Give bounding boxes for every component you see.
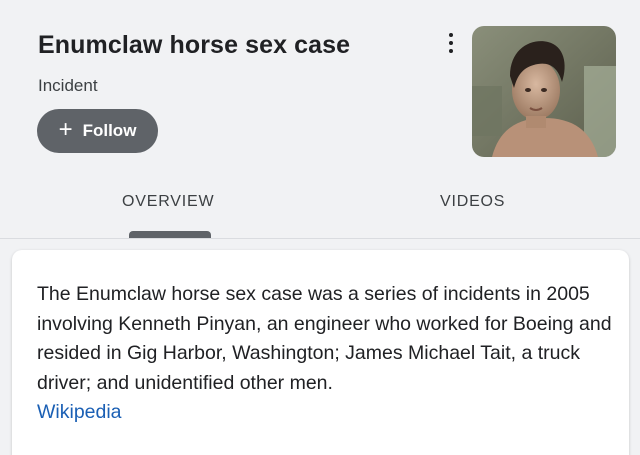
knowledge-panel-header: Enumclaw horse sex case Incident + Follo…	[0, 0, 640, 238]
description-card: The Enumclaw horse sex case was a series…	[12, 250, 629, 455]
follow-button[interactable]: + Follow	[37, 109, 158, 153]
more-options-icon[interactable]	[442, 30, 460, 56]
tab-overview[interactable]: OVERVIEW	[122, 193, 214, 211]
plus-icon: +	[58, 116, 73, 143]
entity-thumbnail[interactable]	[472, 26, 616, 157]
description-text: The Enumclaw horse sex case was a series…	[37, 283, 612, 394]
wikipedia-link[interactable]: Wikipedia	[37, 401, 122, 423]
entity-type: Incident	[38, 76, 98, 95]
follow-label: Follow	[82, 121, 137, 140]
entity-description: The Enumclaw horse sex case was a series…	[37, 280, 612, 428]
selected-tab-indicator	[129, 231, 211, 238]
entity-title: Enumclaw horse sex case	[38, 31, 351, 59]
tabs-divider	[0, 238, 640, 239]
tab-videos[interactable]: VIDEOS	[440, 193, 505, 211]
